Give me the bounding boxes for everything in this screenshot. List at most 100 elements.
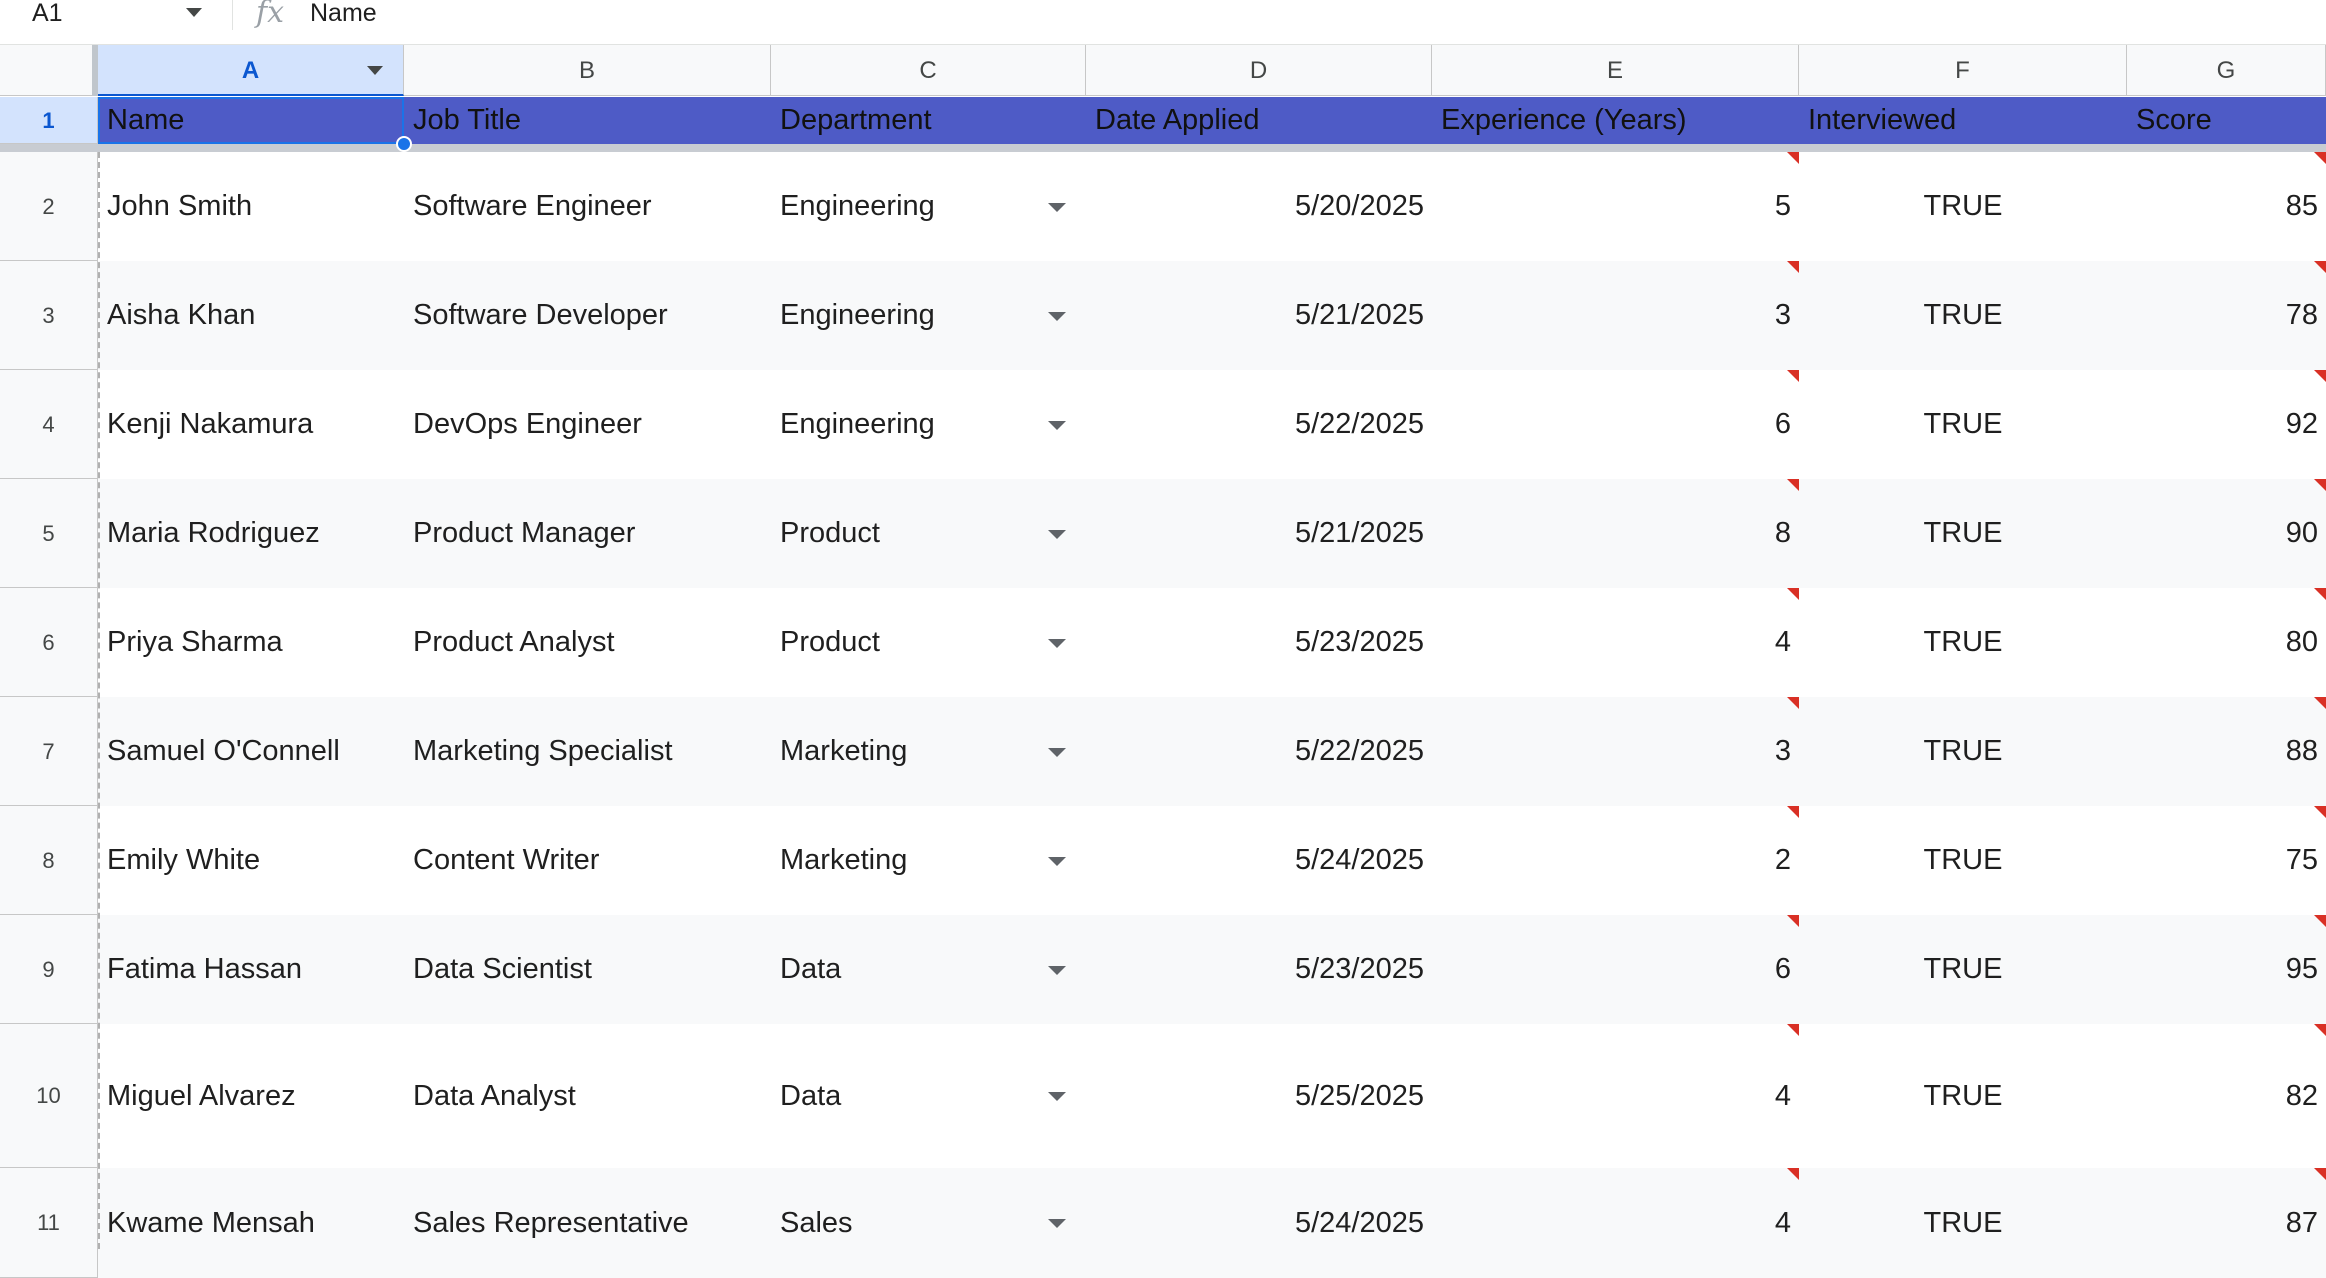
job-title-cell[interactable]: Sales Representative	[404, 1168, 771, 1278]
comment-marker-icon[interactable]	[2314, 915, 2326, 927]
experience-cell[interactable]: 3	[1432, 261, 1799, 370]
name-box[interactable]: A1	[0, 0, 232, 30]
dropdown-chevron-icon[interactable]	[1048, 747, 1066, 757]
dropdown-chevron-icon[interactable]	[1048, 1092, 1066, 1101]
score-cell[interactable]: 92	[2127, 370, 2326, 479]
dropdown-chevron-icon[interactable]	[1048, 202, 1066, 212]
job-title-cell[interactable]: Content Writer	[404, 806, 771, 915]
department-dropdown-cell[interactable]: Marketing	[771, 806, 1086, 915]
date-applied-cell[interactable]: 5/24/2025	[1086, 806, 1432, 915]
job-title-cell[interactable]: Software Developer	[404, 261, 771, 370]
score-cell[interactable]: 82	[2127, 1024, 2326, 1168]
row-header[interactable]: 8	[0, 806, 98, 915]
column-header-c[interactable]: C	[771, 45, 1086, 96]
department-dropdown-cell[interactable]: Sales	[771, 1168, 1086, 1278]
score-cell[interactable]: 80	[2127, 588, 2326, 697]
row-header[interactable]: 7	[0, 697, 98, 806]
interviewed-cell[interactable]: TRUE	[1799, 697, 2127, 806]
dropdown-chevron-icon[interactable]	[1048, 311, 1066, 321]
interviewed-cell[interactable]: TRUE	[1799, 915, 2127, 1024]
job-title-cell[interactable]: Data Analyst	[404, 1024, 771, 1168]
name-cell[interactable]: Kwame Mensah	[98, 1168, 404, 1278]
experience-cell[interactable]: 4	[1432, 1024, 1799, 1168]
interviewed-cell[interactable]: TRUE	[1799, 261, 2127, 370]
comment-marker-icon[interactable]	[2314, 1024, 2326, 1036]
chevron-down-icon[interactable]	[186, 8, 202, 17]
header-cell[interactable]: Job Title	[404, 97, 771, 144]
interviewed-cell[interactable]: TRUE	[1799, 370, 2127, 479]
score-cell[interactable]: 95	[2127, 915, 2326, 1024]
date-applied-cell[interactable]: 5/21/2025	[1086, 479, 1432, 588]
row-header[interactable]: 2	[0, 152, 98, 261]
comment-marker-icon[interactable]	[1787, 588, 1799, 600]
experience-cell[interactable]: 4	[1432, 588, 1799, 697]
date-applied-cell[interactable]: 5/22/2025	[1086, 370, 1432, 479]
dropdown-chevron-icon[interactable]	[1048, 965, 1066, 975]
job-title-cell[interactable]: Product Manager	[404, 479, 771, 588]
comment-marker-icon[interactable]	[1787, 806, 1799, 818]
column-header-a[interactable]: A	[98, 45, 404, 96]
row-header[interactable]: 6	[0, 588, 98, 697]
comment-marker-icon[interactable]	[1787, 1024, 1799, 1036]
comment-marker-icon[interactable]	[1787, 261, 1799, 273]
dropdown-chevron-icon[interactable]	[1048, 529, 1066, 539]
job-title-cell[interactable]: Software Engineer	[404, 152, 771, 261]
department-dropdown-cell[interactable]: Engineering	[771, 370, 1086, 479]
name-cell[interactable]: Maria Rodriguez	[98, 479, 404, 588]
department-dropdown-cell[interactable]: Engineering	[771, 152, 1086, 261]
column-header-e[interactable]: E	[1432, 45, 1799, 96]
date-applied-cell[interactable]: 5/25/2025	[1086, 1024, 1432, 1168]
date-applied-cell[interactable]: 5/20/2025	[1086, 152, 1432, 261]
column-header-d[interactable]: D	[1086, 45, 1432, 96]
comment-marker-icon[interactable]	[1787, 697, 1799, 709]
department-dropdown-cell[interactable]: Product	[771, 479, 1086, 588]
job-title-cell[interactable]: Marketing Specialist	[404, 697, 771, 806]
experience-cell[interactable]: 5	[1432, 152, 1799, 261]
column-menu-chevron-icon[interactable]	[367, 66, 383, 75]
department-dropdown-cell[interactable]: Engineering	[771, 261, 1086, 370]
job-title-cell[interactable]: Data Scientist	[404, 915, 771, 1024]
experience-cell[interactable]: 4	[1432, 1168, 1799, 1278]
row-header[interactable]: 11	[0, 1168, 98, 1278]
date-applied-cell[interactable]: 5/24/2025	[1086, 1168, 1432, 1278]
comment-marker-icon[interactable]	[1787, 370, 1799, 382]
fill-handle[interactable]	[396, 136, 412, 152]
department-dropdown-cell[interactable]: Marketing	[771, 697, 1086, 806]
name-cell[interactable]: John Smith	[98, 152, 404, 261]
score-cell[interactable]: 88	[2127, 697, 2326, 806]
name-cell[interactable]: Samuel O'Connell	[98, 697, 404, 806]
job-title-cell[interactable]: Product Analyst	[404, 588, 771, 697]
column-header-b[interactable]: B	[404, 45, 771, 96]
comment-marker-icon[interactable]	[1787, 152, 1799, 164]
header-cell[interactable]: Department	[771, 97, 1086, 144]
interviewed-cell[interactable]: TRUE	[1799, 1024, 2127, 1168]
comment-marker-icon[interactable]	[1787, 915, 1799, 927]
experience-cell[interactable]: 6	[1432, 915, 1799, 1024]
dropdown-chevron-icon[interactable]	[1048, 856, 1066, 866]
select-all-corner[interactable]	[0, 45, 98, 96]
row-header[interactable]: 9	[0, 915, 98, 1024]
comment-marker-icon[interactable]	[2314, 588, 2326, 600]
experience-cell[interactable]: 6	[1432, 370, 1799, 479]
name-cell[interactable]: Fatima Hassan	[98, 915, 404, 1024]
name-cell[interactable]: Aisha Khan	[98, 261, 404, 370]
job-title-cell[interactable]: DevOps Engineer	[404, 370, 771, 479]
comment-marker-icon[interactable]	[1787, 1168, 1799, 1180]
freeze-row-handle[interactable]	[0, 144, 2326, 152]
experience-cell[interactable]: 8	[1432, 479, 1799, 588]
name-cell[interactable]: Miguel Alvarez	[98, 1024, 404, 1168]
comment-marker-icon[interactable]	[2314, 697, 2326, 709]
score-cell[interactable]: 90	[2127, 479, 2326, 588]
row-header[interactable]: 4	[0, 370, 98, 479]
experience-cell[interactable]: 2	[1432, 806, 1799, 915]
interviewed-cell[interactable]: TRUE	[1799, 479, 2127, 588]
department-dropdown-cell[interactable]: Data	[771, 915, 1086, 1024]
interviewed-cell[interactable]: TRUE	[1799, 1168, 2127, 1278]
date-applied-cell[interactable]: 5/22/2025	[1086, 697, 1432, 806]
comment-marker-icon[interactable]	[2314, 152, 2326, 164]
date-applied-cell[interactable]: 5/23/2025	[1086, 915, 1432, 1024]
comment-marker-icon[interactable]	[2314, 479, 2326, 491]
name-cell[interactable]: Priya Sharma	[98, 588, 404, 697]
row-header[interactable]: 10	[0, 1024, 98, 1168]
column-header-g[interactable]: G	[2127, 45, 2326, 96]
